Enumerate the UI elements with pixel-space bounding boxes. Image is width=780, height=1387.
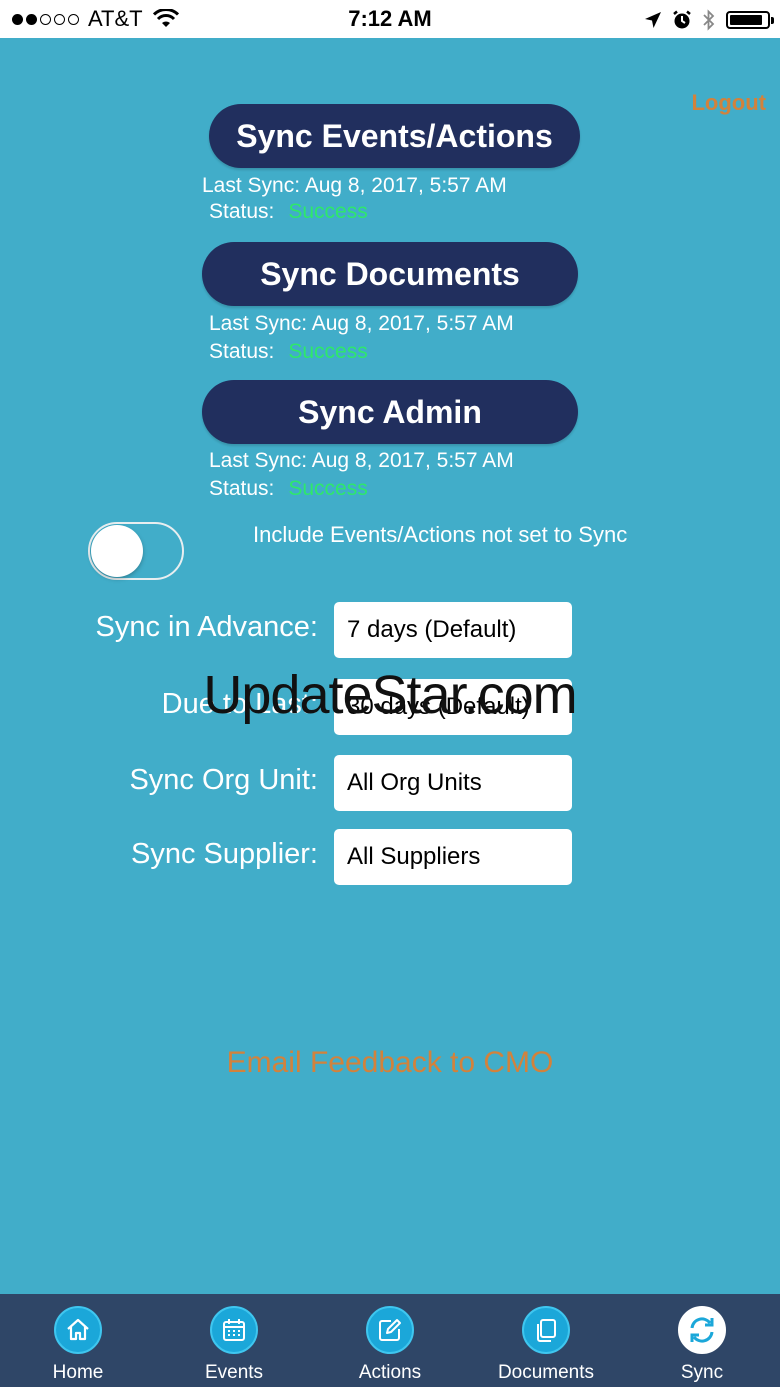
documents-icon	[522, 1306, 570, 1354]
status-label: Status:	[209, 200, 275, 223]
email-feedback-link[interactable]: Email Feedback to CMO	[0, 1046, 780, 1080]
sync-in-advance-select[interactable]: 7 days (Default)	[334, 602, 572, 658]
edit-icon	[366, 1306, 414, 1354]
sync-events-actions-button[interactable]: Sync Events/Actions	[209, 104, 580, 168]
tab-events[interactable]: Events	[156, 1294, 312, 1387]
tab-label: Documents	[497, 1362, 595, 1383]
status-value: Success	[288, 477, 368, 500]
location-arrow-icon	[645, 12, 661, 28]
tab-home[interactable]: Home	[0, 1294, 156, 1387]
calendar-icon	[210, 1306, 258, 1354]
tab-label: Events	[204, 1362, 264, 1383]
last-sync-documents: Last Sync: Aug 8, 2017, 5:57 AM	[209, 312, 514, 335]
sync-in-advance-label: Sync in Advance:	[95, 611, 318, 643]
include-unsynced-toggle[interactable]	[88, 522, 184, 580]
bluetooth-icon	[703, 9, 715, 31]
status-bar: AT&T 7:12 AM	[0, 0, 780, 38]
status-value: Success	[288, 200, 368, 223]
tab-actions[interactable]: Actions	[312, 1294, 468, 1387]
due-to-last-select[interactable]: 30 days (Default)	[334, 679, 572, 735]
battery-icon	[726, 11, 774, 29]
status-label: Status:	[209, 340, 275, 363]
due-to-last-label: Due to Last:	[161, 688, 318, 720]
status-admin: Status: Success	[209, 476, 368, 502]
status-value: Success	[288, 340, 368, 363]
tab-label: Actions	[358, 1362, 422, 1383]
sync-supplier-label: Sync Supplier:	[131, 838, 318, 870]
last-sync-events-actions: Last Sync: Aug 8, 2017, 5:57 AM	[202, 174, 507, 197]
toggle-knob	[91, 525, 143, 577]
status-label: Status:	[209, 477, 275, 500]
include-unsynced-label: Include Events/Actions not set to Sync	[253, 522, 628, 547]
tab-sync[interactable]: Sync	[624, 1294, 780, 1387]
status-events-actions: Status: Success	[209, 199, 368, 225]
sync-documents-button[interactable]: Sync Documents	[202, 242, 578, 306]
status-right	[644, 7, 774, 33]
tab-documents[interactable]: Documents	[468, 1294, 624, 1387]
tab-label: Home	[52, 1362, 104, 1383]
last-sync-admin: Last Sync: Aug 8, 2017, 5:57 AM	[209, 449, 514, 472]
tab-bar: Home Events Actions Documents Sync	[0, 1294, 780, 1387]
status-documents: Status: Success	[209, 339, 368, 365]
sync-org-unit-label: Sync Org Unit:	[129, 764, 318, 796]
tab-label: Sync	[680, 1362, 724, 1383]
home-icon	[54, 1306, 102, 1354]
sync-org-unit-select[interactable]: All Org Units	[334, 755, 572, 811]
sync-admin-button[interactable]: Sync Admin	[202, 380, 578, 444]
sync-supplier-select[interactable]: All Suppliers	[334, 829, 572, 885]
alarm-icon	[673, 10, 691, 29]
sync-icon	[678, 1306, 726, 1354]
logout-link[interactable]: Logout	[691, 90, 766, 116]
